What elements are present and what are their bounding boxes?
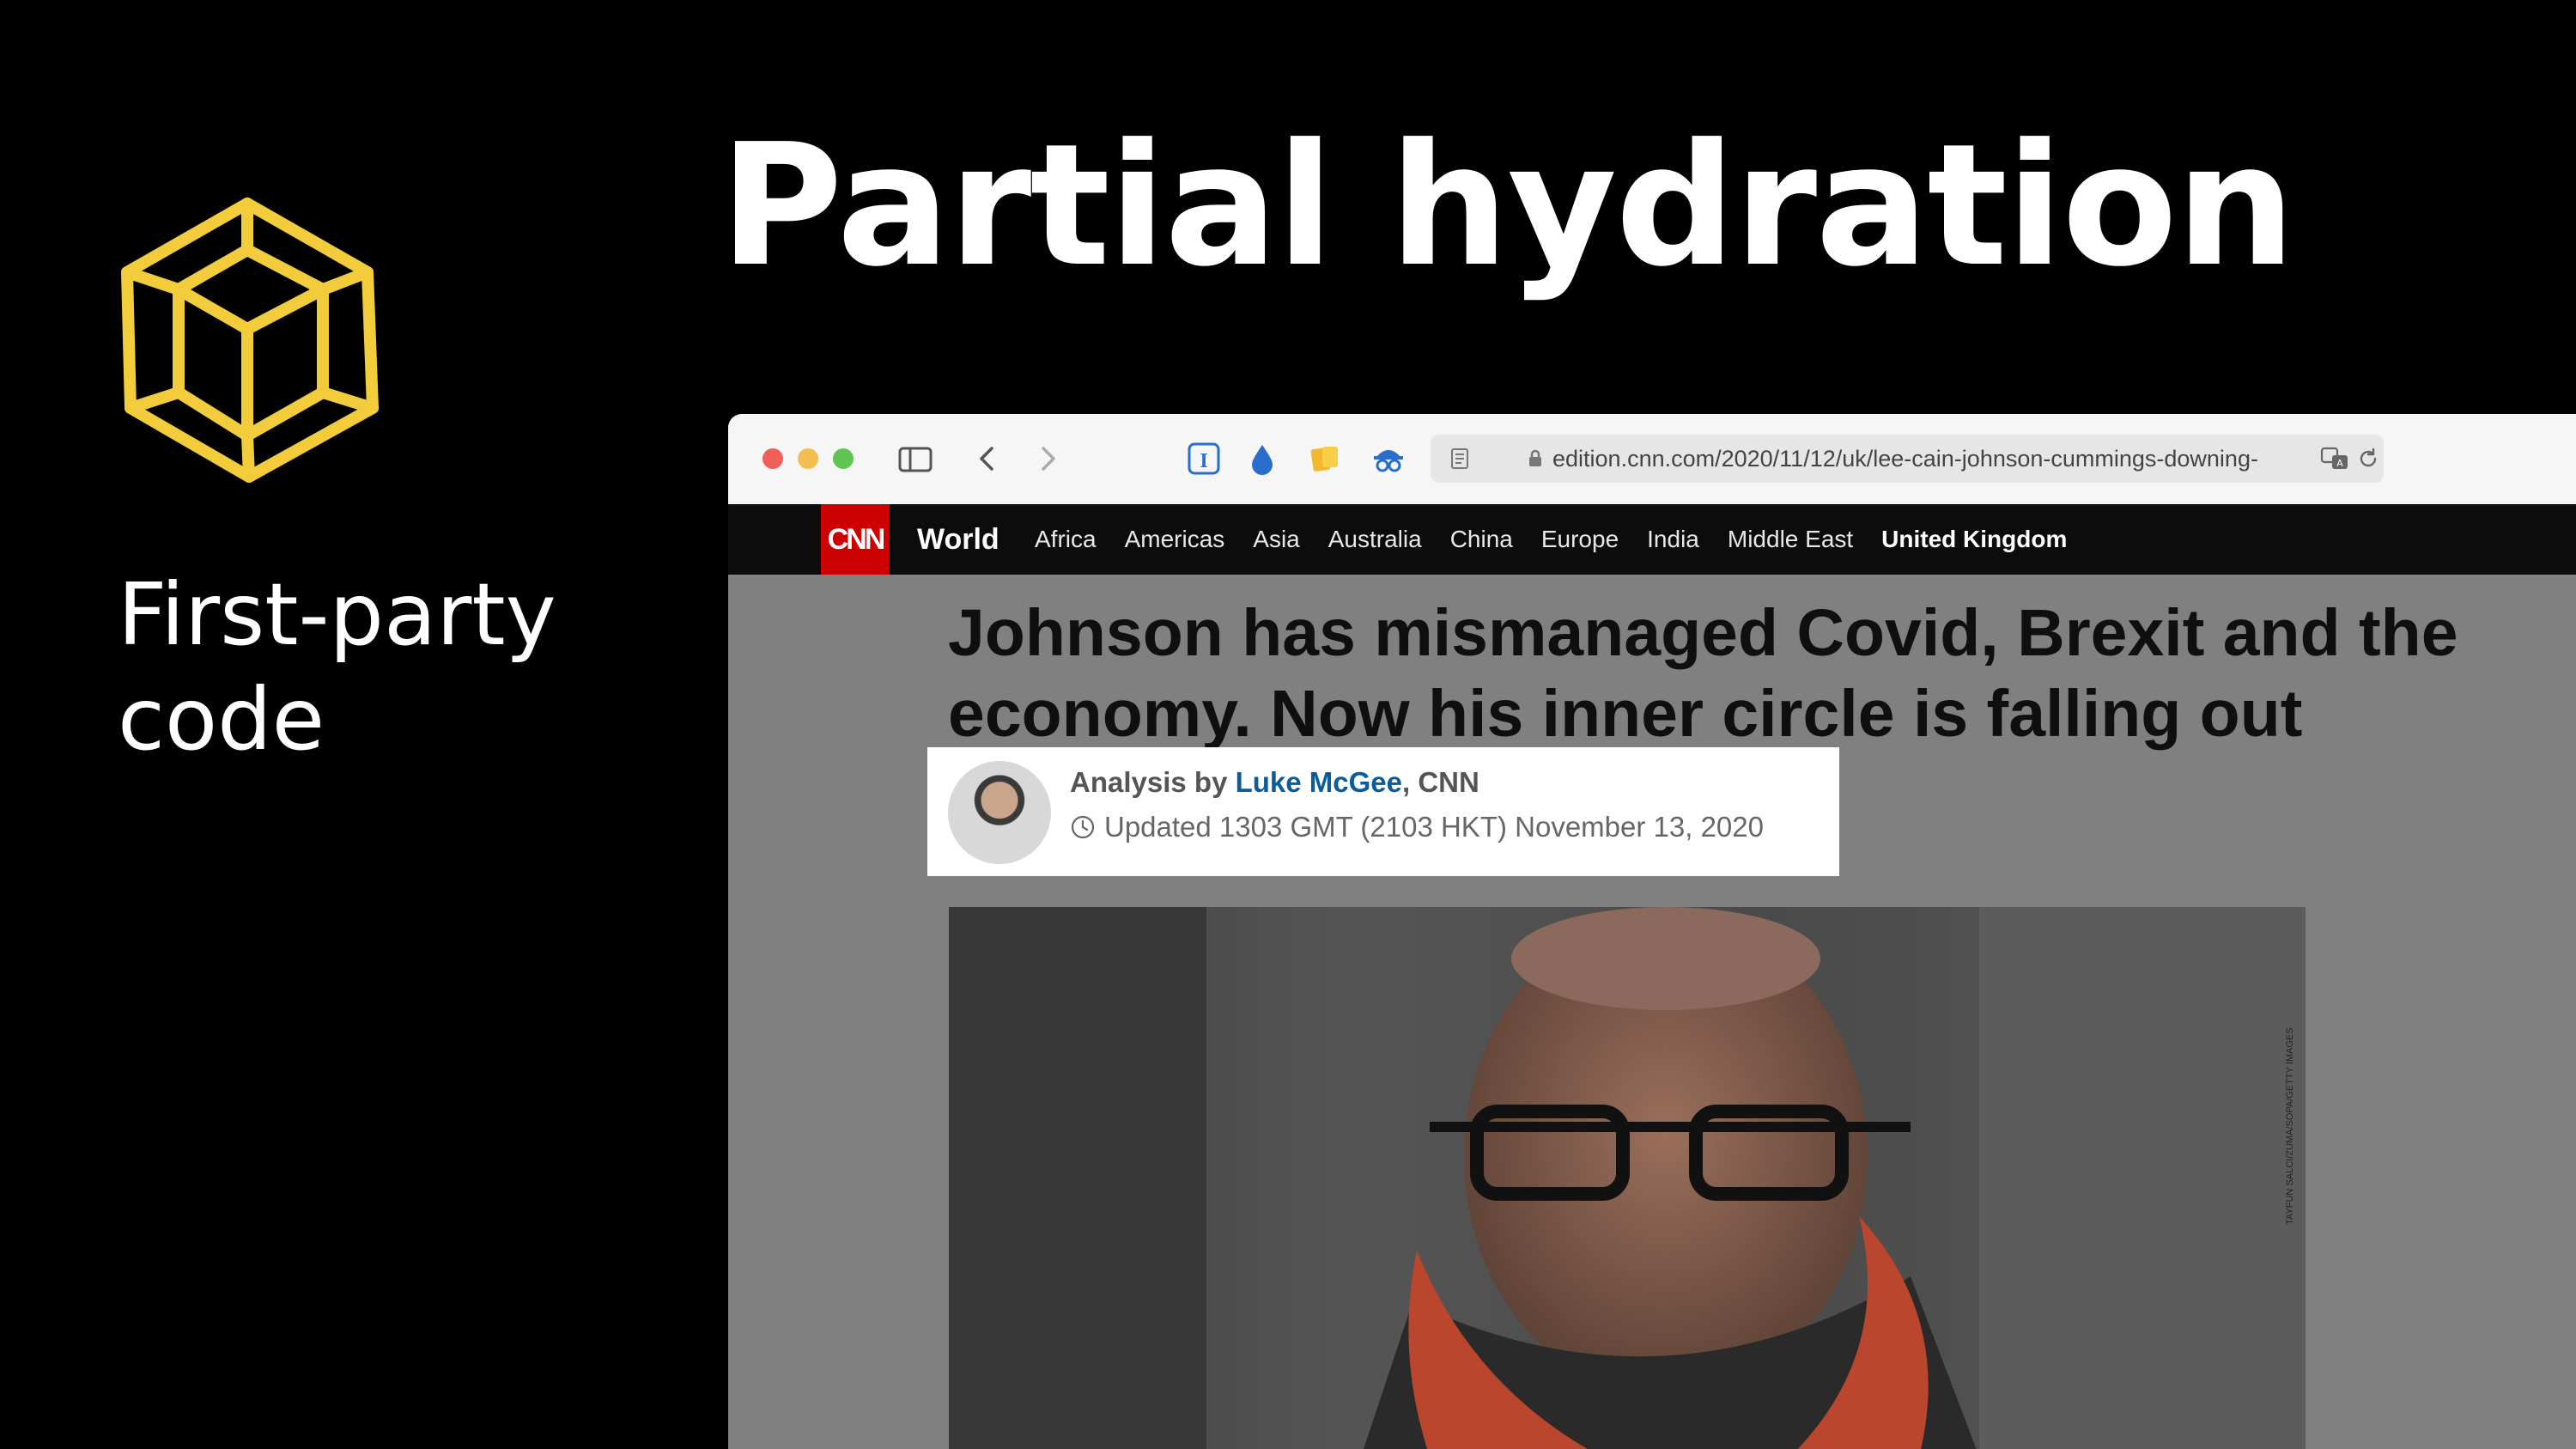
nav-section-world[interactable]: World bbox=[917, 504, 999, 575]
photo-credit: TAYFUN SALCI/ZUMA/SOPA/GETTY IMAGES bbox=[2285, 1027, 2295, 1225]
lock-icon bbox=[1529, 449, 1541, 466]
cnn-logo[interactable]: CNN bbox=[821, 504, 890, 575]
slide-title: Partial hydration bbox=[720, 108, 2295, 304]
url-text: edition.cnn.com/2020/11/12/uk/lee-cain-j… bbox=[1552, 446, 2258, 472]
close-window-button[interactable] bbox=[762, 448, 783, 469]
drop-icon[interactable] bbox=[1243, 440, 1281, 478]
minimize-window-button[interactable] bbox=[798, 448, 818, 469]
wireframe-cube-icon bbox=[121, 198, 379, 483]
svg-text:I: I bbox=[1200, 450, 1207, 472]
zoom-window-button[interactable] bbox=[833, 448, 854, 469]
reader-icon[interactable] bbox=[1448, 447, 1472, 471]
notes-icon[interactable] bbox=[1305, 440, 1343, 478]
spy-icon[interactable] bbox=[1370, 440, 1407, 478]
author-avatar[interactable] bbox=[948, 761, 1051, 864]
nav-item-africa[interactable]: Africa bbox=[1035, 504, 1097, 575]
nav-item-middle-east[interactable]: Middle East bbox=[1728, 504, 1853, 575]
side-label: First-party code bbox=[118, 564, 556, 770]
browser-window: I edition.cnn.com/2020/11/12/uk/lee-cain… bbox=[728, 414, 2576, 1449]
article-hero-image[interactable]: TAYFUN SALCI/ZUMA/SOPA/GETTY IMAGES bbox=[949, 907, 2306, 1449]
nav-region-list: Africa Americas Asia Australia China Eur… bbox=[1035, 504, 2067, 575]
updated-timestamp: Updated 1303 GMT (2103 HKT) November 13,… bbox=[1104, 811, 1764, 843]
nav-item-united-kingdom[interactable]: United Kingdom bbox=[1881, 504, 2067, 575]
author-link[interactable]: Luke McGee bbox=[1236, 766, 1402, 798]
reload-icon[interactable] bbox=[2356, 447, 2380, 471]
byline-date-line: Updated 1303 GMT (2103 HKT) November 13,… bbox=[1070, 811, 1764, 843]
address-bar[interactable]: edition.cnn.com/2020/11/12/uk/lee-cain-j… bbox=[1431, 435, 2384, 483]
article-headline: Johnson has mismanaged Covid, Brexit and… bbox=[948, 593, 2576, 754]
byline-outlet: , CNN bbox=[1402, 766, 1479, 798]
hero-photo-person bbox=[949, 907, 2306, 1449]
headline-line-1: Johnson has mismanaged Covid, Brexit and… bbox=[948, 596, 2458, 670]
nav-item-india[interactable]: India bbox=[1647, 504, 1699, 575]
translate-icon[interactable]: A bbox=[2320, 445, 2349, 472]
back-chevron-icon[interactable] bbox=[969, 440, 1006, 478]
instapaper-icon[interactable]: I bbox=[1185, 440, 1223, 478]
nav-item-china[interactable]: China bbox=[1450, 504, 1513, 575]
clock-icon bbox=[1071, 815, 1095, 839]
byline-card: Analysis by Luke McGee, CNN Updated 1303… bbox=[927, 747, 1839, 876]
nav-item-americas[interactable]: Americas bbox=[1125, 504, 1225, 575]
sidebar-icon[interactable] bbox=[896, 440, 934, 478]
forward-chevron-icon[interactable] bbox=[1029, 440, 1066, 478]
headline-line-2: economy. Now his inner circle is falling… bbox=[948, 677, 2303, 751]
browser-toolbar: I edition.cnn.com/2020/11/12/uk/lee-cain… bbox=[728, 414, 2576, 505]
nav-item-australia[interactable]: Australia bbox=[1328, 504, 1422, 575]
nav-item-asia[interactable]: Asia bbox=[1253, 504, 1299, 575]
nav-item-europe[interactable]: Europe bbox=[1541, 504, 1619, 575]
cnn-navbar: CNN World Africa Americas Asia Australia… bbox=[728, 504, 2576, 575]
byline-author-line: Analysis by Luke McGee, CNN bbox=[1070, 766, 1479, 799]
byline-prefix: Analysis by bbox=[1070, 766, 1228, 798]
svg-text:A: A bbox=[2336, 458, 2343, 469]
